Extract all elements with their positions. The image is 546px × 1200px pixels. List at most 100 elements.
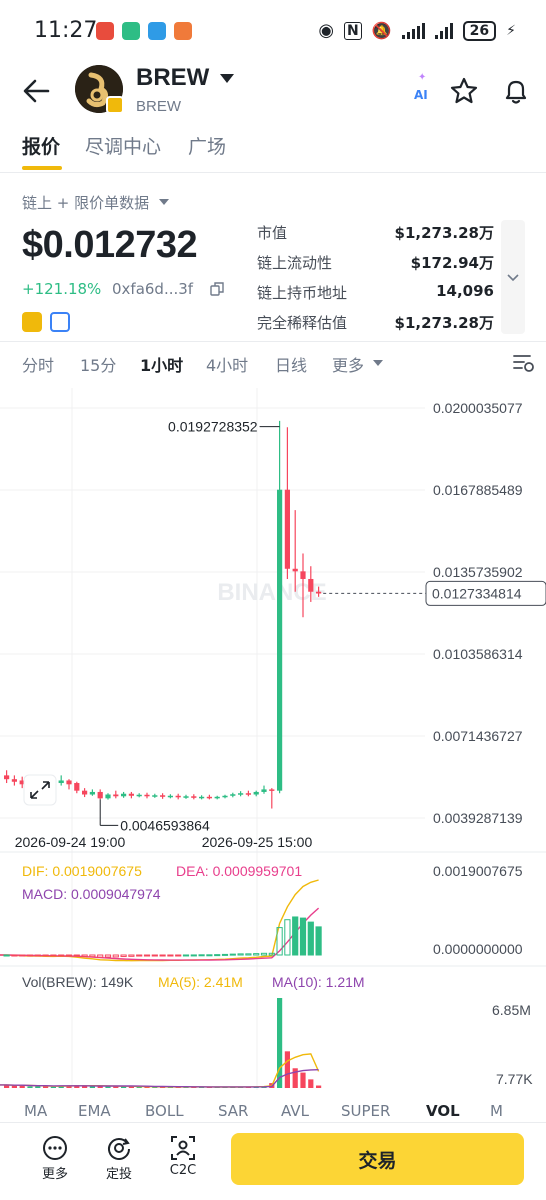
status-time: 11:27 <box>34 18 98 43</box>
candle-body <box>183 796 189 798</box>
chart-settings-icon[interactable] <box>512 352 536 374</box>
indicator-super[interactable]: SUPER <box>341 1102 390 1120</box>
candle-body <box>144 794 150 797</box>
macd-histogram-bar <box>260 952 268 956</box>
divider <box>0 341 546 342</box>
dca-label: 定投 <box>105 1167 132 1182</box>
macd-histogram-bar <box>73 954 80 957</box>
candle <box>230 792 236 798</box>
indicator-ema[interactable]: EMA <box>78 1102 111 1120</box>
candle <box>284 427 290 579</box>
favorite-star-icon[interactable] <box>449 76 479 106</box>
interval-1h[interactable]: 1小时 <box>140 352 183 376</box>
y-axis-label: 0.0135735902 <box>433 564 523 580</box>
volume-bar <box>89 1086 95 1088</box>
indicator-avl[interactable]: AVL <box>281 1102 309 1120</box>
indicator-sar[interactable]: SAR <box>218 1102 248 1120</box>
vol-ma5-label: MA(5): 2.41M <box>158 974 243 990</box>
status-right: ◉ N 🔕 26 ⚡ <box>318 20 516 41</box>
candle-body <box>308 578 314 592</box>
macd-histogram-bar <box>42 954 49 957</box>
candle <box>277 420 283 794</box>
candle-body <box>167 795 173 798</box>
macd-histogram-bar <box>315 926 322 956</box>
candle-body <box>269 789 275 791</box>
macd-dea-label: DEA: 0.0009959701 <box>176 863 302 879</box>
tab-square[interactable]: 广场 <box>188 132 226 159</box>
eye-icon: ◉ <box>318 20 335 41</box>
interval-4h[interactable]: 4小时 <box>206 352 248 376</box>
candle-body <box>66 780 72 785</box>
copy-icon[interactable] <box>210 282 224 296</box>
candle <box>11 775 17 786</box>
indicator-boll[interactable]: BOLL <box>145 1102 184 1120</box>
more-button[interactable]: 更多 <box>30 1133 80 1183</box>
contract-address: 0xfa6d...3f <box>112 280 194 298</box>
stat-fdv-label: 完全稀释估值 <box>257 314 348 332</box>
trade-button[interactable]: 交易 <box>231 1133 524 1185</box>
macd-histogram-bar <box>284 919 291 956</box>
stat-market-cap-label: 市值 <box>257 224 288 242</box>
fullscreen-button[interactable] <box>23 774 57 806</box>
token-subtitle: BREW <box>136 98 181 115</box>
tab-quote[interactable]: 报价 <box>22 132 60 159</box>
macd-histogram-bar <box>104 954 112 958</box>
y-axis-label: 0.0071436727 <box>433 728 523 744</box>
back-arrow-icon[interactable] <box>22 78 52 104</box>
volume-bars <box>0 998 322 1088</box>
candle <box>183 794 189 799</box>
macd-histogram-bar <box>175 954 182 957</box>
price-chart[interactable]: 0.0200035077 0.0167885489 0.0135735902 0.01… <box>0 385 546 1100</box>
candle-body <box>160 795 166 797</box>
interval-more[interactable]: 更多 <box>332 352 364 376</box>
c2c-label: C2C <box>169 1163 197 1178</box>
macd-histogram-bar <box>214 954 221 957</box>
mute-icon: 🔕 <box>371 21 392 40</box>
candle-body <box>11 779 17 782</box>
title-dropdown-icon[interactable] <box>220 74 234 83</box>
interval-15m[interactable]: 15分 <box>80 352 116 376</box>
data-source-selector[interactable]: 链上 + 限价单数据 <box>22 192 149 213</box>
candle-body <box>136 794 142 797</box>
candle <box>167 794 173 799</box>
candle-body <box>284 489 290 569</box>
token-title[interactable]: BREW <box>136 64 209 92</box>
status-bar: 11:27 ◉ N 🔕 26 ⚡ <box>0 0 546 62</box>
macd-histogram-bar <box>58 954 65 957</box>
high-price-label: 0.0192728352 <box>168 419 258 435</box>
volume-bar <box>277 998 283 1088</box>
c2c-button[interactable]: C2C <box>158 1133 208 1183</box>
nfc-icon: N <box>344 21 362 40</box>
chevron-down-icon[interactable] <box>373 360 383 366</box>
indicator-macd[interactable]: M <box>490 1102 503 1120</box>
candle <box>58 775 64 786</box>
candle-body <box>74 783 80 791</box>
volume-bar <box>27 1086 33 1088</box>
chevron-down-icon[interactable] <box>159 199 169 205</box>
macd-histogram-bar <box>221 953 229 956</box>
macd-histogram-bar <box>253 953 260 956</box>
signal-icon <box>401 22 425 39</box>
candle <box>113 790 119 799</box>
candle-body <box>152 795 158 797</box>
candle <box>160 793 166 799</box>
bell-icon[interactable] <box>501 76 531 106</box>
macd-histogram-bar <box>307 921 314 956</box>
macd-histogram-bar <box>237 953 244 956</box>
candle-body <box>97 791 103 799</box>
more-label: 更多 <box>41 1167 68 1182</box>
macd-histogram-bar <box>299 917 307 956</box>
indicator-vol[interactable]: VOL <box>426 1102 460 1120</box>
bnb-chain-icon <box>22 312 42 332</box>
chain-badge-icon <box>106 96 124 114</box>
indicator-ma[interactable]: MA <box>24 1102 47 1120</box>
interval-timeline[interactable]: 分时 <box>22 352 54 376</box>
chevron-down-icon[interactable] <box>506 270 520 284</box>
volume-bar <box>308 1079 314 1088</box>
active-tab-indicator <box>22 166 62 170</box>
candle-body <box>4 775 10 780</box>
dca-button[interactable]: 定投 <box>94 1133 144 1183</box>
stat-market-cap-value: $1,273.28万 <box>394 224 494 242</box>
interval-1d[interactable]: 日线 <box>275 352 307 376</box>
tab-due-diligence[interactable]: 尽调中心 <box>85 132 161 159</box>
